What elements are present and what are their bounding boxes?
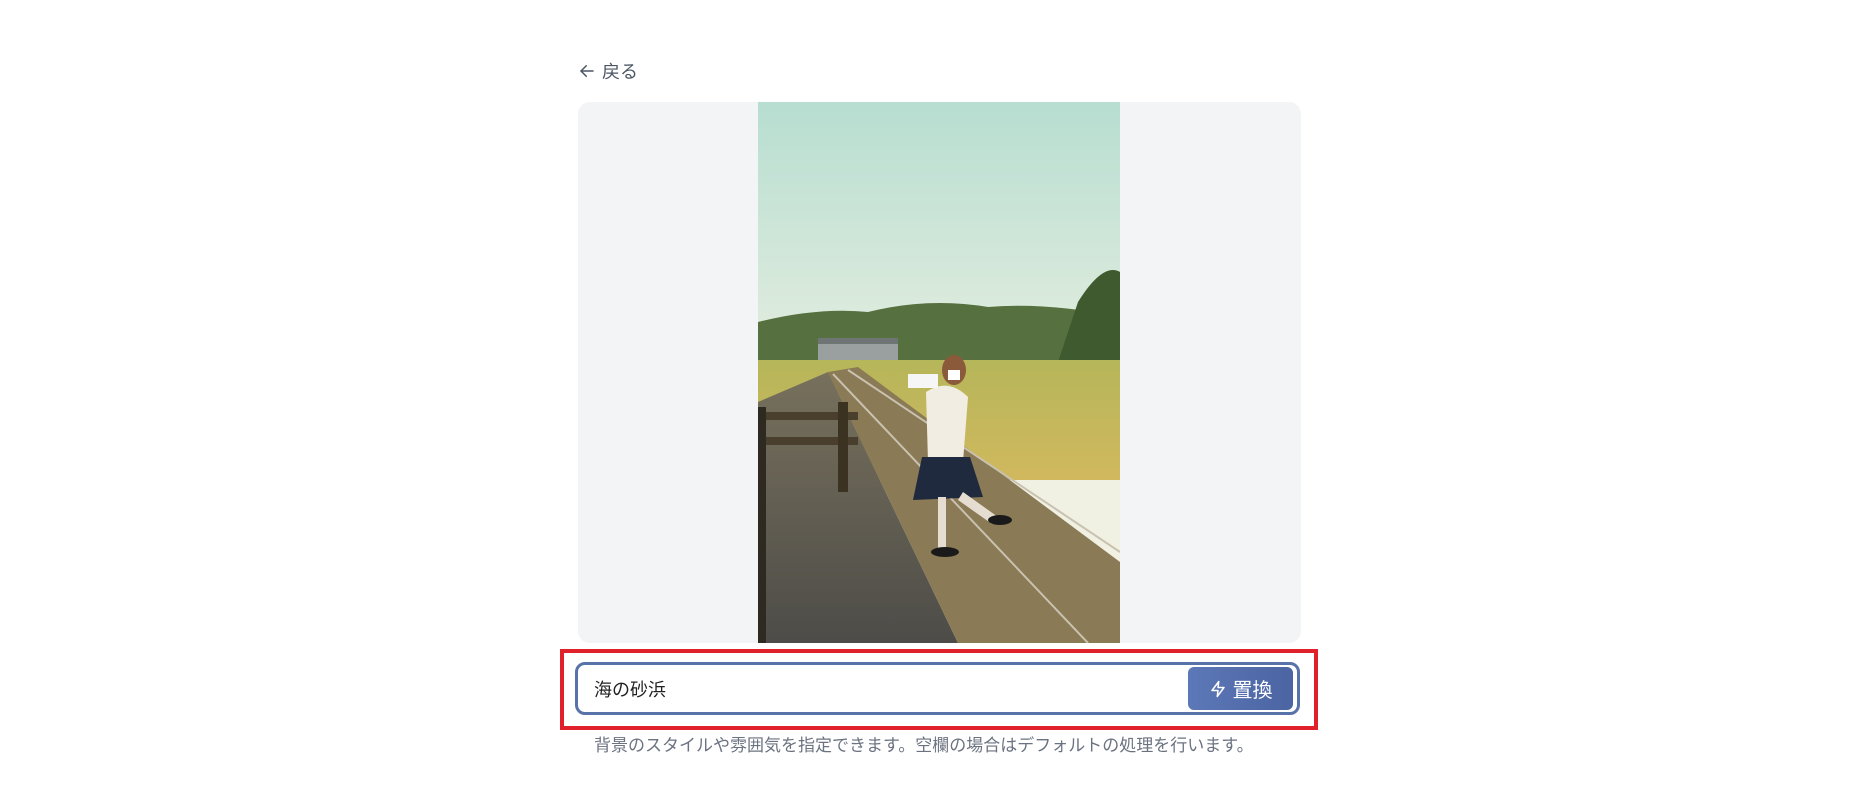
lightning-icon [1209, 680, 1227, 698]
image-preview-panel [578, 102, 1301, 643]
background-prompt-input[interactable] [578, 665, 1188, 712]
prompt-input-group: 置換 [575, 662, 1300, 715]
preview-image [758, 102, 1120, 643]
preview-image-drawing [758, 102, 1120, 643]
arrow-left-icon [578, 62, 596, 80]
helper-text: 背景のスタイルや雰囲気を指定できます。空欄の場合はデフォルトの処理を行います。 [594, 736, 1254, 756]
page: 戻る 海の砂浜 置換 背景のスタイルや雰囲気を指定できます。空欄の場合はデフォル… [0, 0, 1870, 785]
replace-button[interactable]: 置換 [1188, 667, 1293, 710]
back-link-label: 戻る [602, 62, 638, 83]
replace-button-label: 置換 [1232, 678, 1273, 702]
back-link[interactable]: 戻る [578, 58, 638, 84]
